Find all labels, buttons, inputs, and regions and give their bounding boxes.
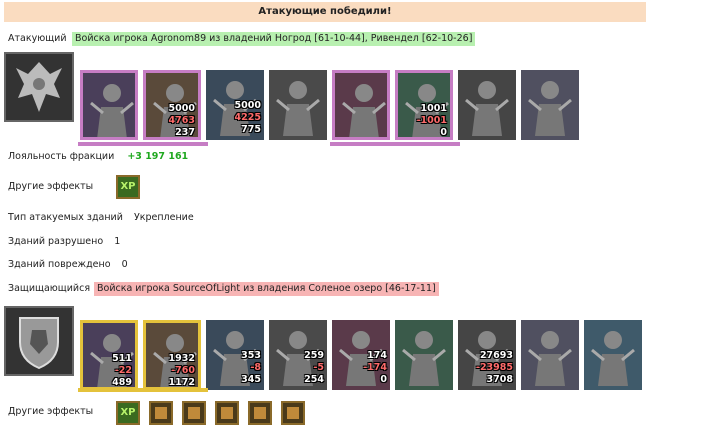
destroyed-label: Зданий разрушено [8,236,104,247]
shadow-knight-icon [458,70,516,140]
damaged-row: Зданий повреждено 0 [8,259,128,270]
unit-count-loss: -5 [313,362,324,373]
griffin-icon: 259 -5 254 [269,320,327,390]
unit-art [335,73,387,137]
dark-knight-icon [80,70,138,140]
cavalry-icon: 353 -8 345 [206,320,264,390]
attacker-effects-label: Другие эффекты [8,181,94,192]
unit-count-start: 353 [241,350,261,361]
attacker-hero-strip-2 [330,142,460,146]
xp-icon[interactable]: XP [116,175,140,199]
tower-icon [584,320,642,390]
unit-count-remaining: 237 [175,127,195,138]
building-type-label: Тип атакуемых зданий [8,212,123,223]
unit-art [458,70,516,140]
building-type-value: Укрепление [133,212,194,223]
unit-count-remaining: 254 [304,374,324,385]
unit-count-start: 174 [367,350,387,361]
hooded-figure-icon [395,320,453,390]
unit-count-loss: -23985 [476,362,513,373]
unit-count-loss: -22 [114,365,132,376]
lion-shield-icon [4,306,74,376]
knight-icon: 5000 4225 775 [206,70,264,140]
paladin-icon: 1932 -760 1172 [143,320,201,390]
unit-count-start: 5000 [234,100,261,111]
footman-icon: 27693 -23985 3708 [458,320,516,390]
unit-count-loss: -174 [363,362,387,373]
unit-count-start: 27693 [479,350,513,361]
crossbowman-icon: 174 -174 0 [332,320,390,390]
unit-art [83,73,135,137]
fire-boot-icon[interactable] [149,401,173,425]
unit-art [395,320,453,390]
sorceress-icon: 1001 -1001 0 [395,70,453,140]
unit-count-start: 1001 [420,103,447,114]
fortress-icon[interactable] [248,401,272,425]
defender-hero-strip [78,388,208,392]
wolf-rider-icon [269,70,327,140]
loyalty-value: +3 197 161 [127,151,189,162]
unit-count-loss: 4225 [234,112,261,123]
loyalty-label: Лояльность фракции [8,151,115,162]
xp-icon[interactable]: XP [116,401,140,425]
battle-result-banner: Атакующие победили! [4,2,646,22]
unit-art [269,70,327,140]
destroyed-value: 1 [114,236,121,247]
unit-count-start: 259 [304,350,324,361]
defender-label: Защищающийся [8,283,91,294]
attacker-hero-strip [78,142,208,146]
black-rider-icon [521,70,579,140]
shield-icon[interactable] [182,401,206,425]
unit-art [584,320,642,390]
unit-count-remaining: 775 [241,124,261,135]
defender-effects-label: Другие эффекты [8,406,94,417]
unit-count-remaining: 489 [112,377,132,388]
dragon-emblem-icon [4,52,74,122]
loyalty-row: Лояльность фракции +3 197 161 [8,151,188,162]
unit-count-remaining: 345 [241,374,261,385]
building-type-row: Тип атакуемых зданий Укрепление [8,212,194,223]
unit-count-loss: -760 [171,365,195,376]
attacker-label: Атакующий [8,33,67,44]
unit-art [521,320,579,390]
damaged-label: Зданий повреждено [8,259,111,270]
reaper-icon [521,320,579,390]
damaged-value: 0 [121,259,128,270]
destroyed-row: Зданий разрушено 1 [8,236,120,247]
unit-count-start: 511 [112,353,132,364]
swordsman-icon: 5000 4763 237 [143,70,201,140]
unit-count-remaining: 0 [380,374,387,385]
elixir-icon[interactable] [215,401,239,425]
unit-count-start: 5000 [168,103,195,114]
unit-count-remaining: 3708 [486,374,513,385]
unit-count-loss: -1001 [416,115,447,126]
unit-count-loss: -8 [250,362,261,373]
royal-guard-icon: 511 -22 489 [80,320,138,390]
defender-army: Войска игрока SourceOfLight из владения … [94,282,439,296]
attacker-army: Войска игрока Agronom89 из владений Ногр… [72,32,476,46]
unit-count-loss: 4763 [168,115,195,126]
archer-icon [332,70,390,140]
unit-art [521,70,579,140]
unit-count-start: 1932 [168,353,195,364]
axe-icon[interactable] [281,401,305,425]
unit-count-remaining: 1172 [168,377,195,388]
unit-count-remaining: 0 [440,127,447,138]
